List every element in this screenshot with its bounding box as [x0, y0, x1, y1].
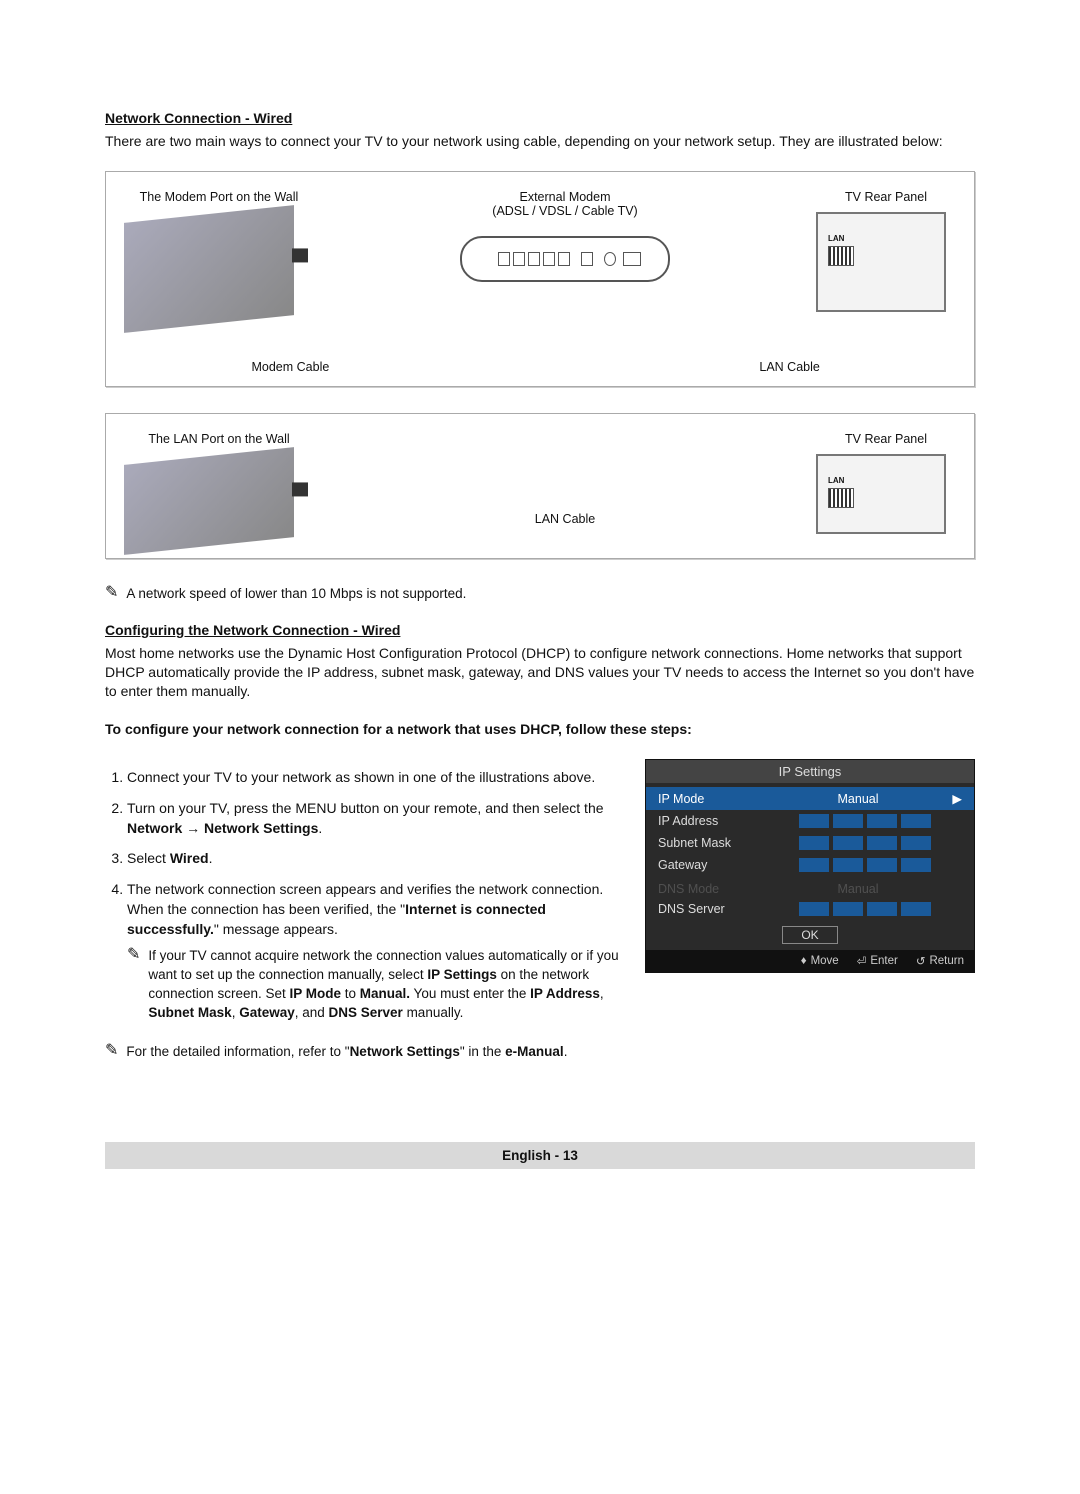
dns-server-octets — [768, 902, 962, 916]
subnet-octets — [768, 836, 962, 850]
ok-button: OK — [782, 926, 837, 944]
subnet-label: Subnet Mask — [658, 836, 768, 850]
wall-illustration — [124, 205, 294, 333]
nav-return: ↺Return — [916, 954, 964, 968]
gateway-row: Gateway — [646, 854, 974, 876]
ip-settings-screenshot: IP Settings IP Mode Manual ▶ IP Address … — [645, 759, 975, 973]
subnote-text: If your TV cannot acquire network the co… — [148, 947, 621, 1023]
heading-network-wired: Network Connection - Wired — [105, 110, 975, 126]
ok-row: OK — [646, 920, 974, 950]
diagram-modem: The Modem Port on the Wall External Mode… — [105, 171, 975, 387]
note-icon: ✎ — [105, 585, 118, 604]
updown-icon: ♦ — [801, 955, 807, 967]
wall-illustration-2 — [124, 447, 294, 555]
modem-label-top: External Modem — [314, 190, 816, 204]
right-arrow-icon: ▶ — [948, 791, 962, 806]
intro-text: There are two main ways to connect your … — [105, 132, 975, 151]
note-detail: ✎ For the detailed information, refer to… — [105, 1043, 975, 1062]
steps-list: Connect your TV to your network as shown… — [105, 767, 621, 1023]
step-4: The network connection screen appears an… — [127, 879, 621, 1023]
modem-illustration — [460, 236, 670, 282]
ip-address-row: IP Address — [646, 810, 974, 832]
nav-hint-row: ♦Move ⏎Enter ↺Return — [646, 950, 974, 972]
subnet-row: Subnet Mask — [646, 832, 974, 854]
dns-server-label: DNS Server — [658, 902, 768, 916]
heading-configure: Configuring the Network Connection - Wir… — [105, 622, 975, 638]
ip-mode-label: IP Mode — [658, 792, 768, 806]
note-icon: ✎ — [105, 1043, 118, 1062]
enter-icon: ⏎ — [857, 954, 867, 968]
dhcp-bold-line: To configure your network connection for… — [105, 720, 975, 739]
modem-label-sub: (ADSL / VDSL / Cable TV) — [314, 204, 816, 218]
wall-label-2: The LAN Port on the Wall — [124, 432, 314, 446]
configure-intro: Most home networks use the Dynamic Host … — [105, 644, 975, 701]
note-detail-text: For the detailed information, refer to "… — [126, 1043, 567, 1062]
lan-port-label: LAN — [828, 234, 844, 243]
lan-port-icon — [828, 246, 854, 266]
ip-mode-value: Manual — [768, 792, 948, 806]
gateway-label: Gateway — [658, 858, 768, 872]
dns-mode-row: DNS Mode Manual — [646, 880, 974, 898]
modem-cable-label: Modem Cable — [124, 360, 457, 374]
diagram-direct-lan: The LAN Port on the Wall LAN Cable TV Re… — [105, 413, 975, 559]
tv-label-2: TV Rear Panel — [816, 432, 956, 446]
note-speed: ✎ A network speed of lower than 10 Mbps … — [105, 585, 975, 604]
ip-address-label: IP Address — [658, 814, 768, 828]
ip-title: IP Settings — [646, 760, 974, 783]
note-icon: ✎ — [127, 947, 140, 1023]
tv-illustration: LAN — [816, 212, 946, 312]
dns-mode-label: DNS Mode — [658, 882, 768, 896]
step-2: Turn on your TV, press the MENU button o… — [127, 798, 621, 839]
lan-cable-label-2: LAN Cable — [314, 512, 816, 526]
manual-page: Network Connection - Wired There are two… — [105, 0, 975, 1209]
tv-illustration-2: LAN — [816, 454, 946, 534]
nav-move: ♦Move — [801, 954, 839, 968]
nav-enter: ⏎Enter — [857, 954, 898, 968]
dns-server-row: DNS Server — [646, 898, 974, 920]
wall-label-1: The Modem Port on the Wall — [124, 190, 314, 204]
lan-port-label-2: LAN — [828, 476, 844, 485]
gateway-octets — [768, 858, 962, 872]
page-footer: English - 13 — [105, 1142, 975, 1169]
return-icon: ↺ — [916, 954, 926, 968]
ip-address-octets — [768, 814, 962, 828]
lan-port-icon-2 — [828, 488, 854, 508]
ip-mode-row: IP Mode Manual ▶ — [646, 787, 974, 810]
step-3: Select Wired. — [127, 848, 621, 868]
dns-mode-value: Manual — [768, 882, 948, 896]
step-1: Connect your TV to your network as shown… — [127, 767, 621, 787]
tv-label-1: TV Rear Panel — [816, 190, 956, 204]
lan-cable-label-1: LAN Cable — [623, 360, 956, 374]
note-speed-text: A network speed of lower than 10 Mbps is… — [126, 585, 466, 604]
